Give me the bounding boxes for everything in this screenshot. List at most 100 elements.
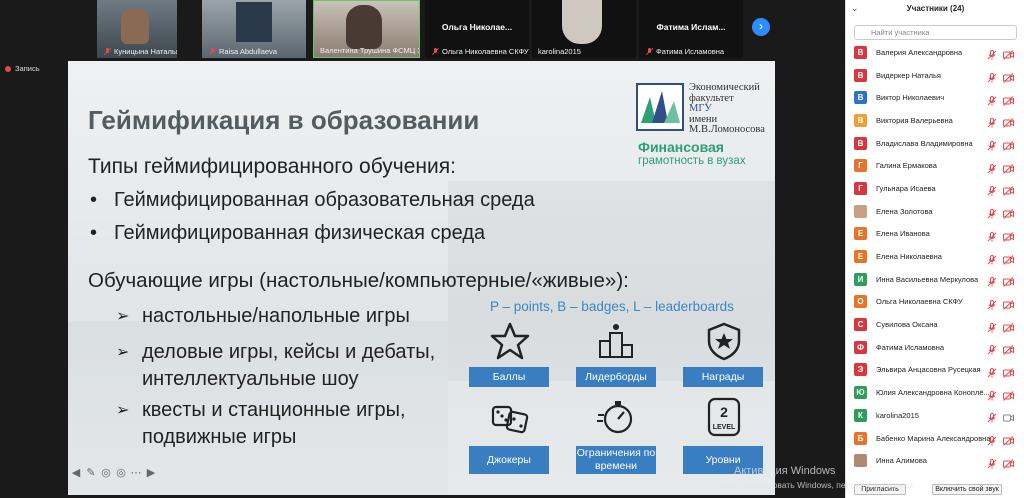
camera-off-icon[interactable] — [1003, 365, 1014, 378]
participant-row[interactable]: В Валерия Александровна — [846, 41, 1024, 64]
time-limits-button: Ограничения по времени — [576, 446, 656, 474]
mic-muted-icon[interactable] — [987, 161, 997, 174]
unmute-self-button[interactable]: Включить свой звук — [932, 484, 1002, 495]
badges-button: Награды — [683, 367, 763, 387]
participant-row[interactable]: В Владислава Владимировна — [846, 132, 1024, 155]
camera-off-icon[interactable] — [1003, 93, 1014, 106]
participant-photo — [121, 8, 149, 44]
mic-muted-icon[interactable] — [987, 433, 997, 446]
participant-row[interactable]: Б Бабенко Марина Александровна — [846, 427, 1024, 450]
participant-photo — [236, 2, 272, 42]
participant-row[interactable]: Г Гульнара Исаева — [846, 177, 1024, 200]
camera-off-icon[interactable] — [1003, 297, 1014, 310]
camera-off-icon[interactable] — [1003, 433, 1014, 446]
participant-row[interactable]: Е Елена Николаевна — [846, 245, 1024, 268]
pen-icon[interactable]: ✎ — [85, 467, 97, 479]
camera-icon[interactable] — [1003, 410, 1014, 422]
mic-muted-icon[interactable] — [987, 115, 997, 128]
avatar: В — [854, 68, 867, 82]
games-heading: Обучающие игры (настольные/компьютерные/… — [88, 269, 629, 292]
participant-name: Владислава Владимировна — [876, 138, 973, 148]
mic-muted-icon[interactable] — [987, 93, 997, 106]
mic-muted-icon[interactable] — [987, 274, 997, 287]
camera-off-icon[interactable] — [1003, 47, 1014, 61]
zoom-icon[interactable]: ◎ — [115, 467, 127, 479]
participant-search-input[interactable] — [854, 25, 1017, 40]
participant-list: В Валерия Александровна В Видеркер Наталья В… — [846, 41, 1024, 472]
participant-name: Сувилова Оксана — [876, 320, 938, 330]
tile-name: Ольга Николаевна СКФУ — [431, 47, 529, 56]
arrow-bullet-icon: ➢ — [116, 344, 130, 361]
mic-muted-icon[interactable] — [987, 388, 997, 401]
next-page-arrow-icon[interactable]: › — [752, 18, 770, 36]
slides-grid-icon[interactable]: ◎ — [100, 467, 112, 479]
participant-photo — [346, 5, 382, 49]
recording-indicator[interactable]: Запись — [5, 64, 40, 73]
video-tile-active-speaker[interactable]: Валентина Трушина ФСМЦ З... — [313, 0, 420, 58]
camera-off-icon[interactable] — [1003, 138, 1014, 151]
mic-muted-icon[interactable] — [987, 297, 997, 310]
avatar: С — [854, 318, 867, 332]
avatar: В — [854, 91, 867, 105]
windows-activation-hint: Чтобы активировать Windows, перейдите в … — [714, 480, 915, 490]
video-tile[interactable]: karolina2015 — [532, 0, 636, 58]
participant-name: Елена Золотова — [876, 206, 933, 216]
mic-muted-icon[interactable] — [987, 252, 997, 265]
next-slide-icon[interactable]: ▶ — [145, 467, 157, 479]
pbl-caption: P – points, B – badges, L – leaderboards — [490, 299, 734, 314]
slide-title: Геймификация в образовании — [88, 105, 480, 135]
camera-off-icon[interactable] — [1003, 274, 1014, 288]
mic-muted-icon[interactable] — [987, 229, 997, 242]
camera-off-icon[interactable] — [1003, 70, 1014, 83]
mic-muted-icon[interactable] — [987, 456, 997, 469]
video-tile[interactable]: Куницына Наталья — [97, 0, 177, 58]
avatar: Ф — [854, 340, 867, 354]
avatar: В — [854, 136, 867, 150]
previous-slide-icon[interactable]: ◀ — [70, 467, 82, 479]
participant-row[interactable]: О Ольга Николаевна СКФУ — [846, 291, 1024, 314]
camera-off-icon[interactable] — [1003, 161, 1014, 174]
participant-row[interactable]: В Виктор Николаевич — [846, 86, 1024, 109]
camera-off-icon[interactable] — [1003, 456, 1014, 469]
mic-muted-icon[interactable] — [987, 47, 997, 60]
camera-off-icon[interactable] — [1003, 229, 1014, 242]
participant-row[interactable]: И Инна Васильевна Меркулова — [846, 268, 1024, 291]
participant-row[interactable]: Э Эльвира Анцасовна Русецкая — [846, 359, 1024, 382]
camera-off-icon[interactable] — [1003, 342, 1014, 356]
mic-muted-icon[interactable] — [987, 365, 997, 378]
camera-off-icon[interactable] — [1003, 183, 1014, 197]
participant-row[interactable]: Ю Юлия Александровна Коноплё... — [846, 381, 1024, 404]
participant-name: karolina2015 — [876, 410, 919, 420]
participant-row[interactable]: В Видеркер Наталья — [846, 64, 1024, 87]
faculty-logo-icon — [636, 83, 684, 131]
video-tile[interactable]: Ольга Николае... Ольга Николаевна СКФУ — [425, 0, 529, 58]
camera-off-icon[interactable] — [1003, 320, 1014, 333]
participant-row[interactable]: Г Галина Ермакова — [846, 154, 1024, 177]
participant-row[interactable]: Елена Золотова — [846, 200, 1024, 223]
shield-star-icon — [707, 322, 741, 361]
star-icon — [490, 322, 530, 360]
participant-row[interactable]: Ф Фатима Исламовна — [846, 336, 1024, 359]
participant-row[interactable]: Инна Алимова — [846, 449, 1024, 472]
more-options-icon[interactable]: ⋯ — [130, 467, 142, 479]
mic-muted-icon[interactable] — [987, 342, 997, 355]
camera-off-icon[interactable] — [1003, 388, 1014, 401]
camera-off-icon[interactable] — [1003, 115, 1014, 129]
camera-off-icon[interactable] — [1003, 206, 1014, 220]
mic-muted-icon[interactable] — [987, 183, 997, 196]
mic-muted-icon[interactable] — [987, 70, 997, 83]
mic-muted-icon[interactable] — [987, 410, 997, 423]
mic-muted-icon[interactable] — [987, 138, 997, 151]
video-tile[interactable]: Фатима Ислам... Фатима Исламовна — [639, 0, 743, 58]
video-tile[interactable]: Raisa Abdullaeva — [202, 0, 306, 58]
mic-muted-icon[interactable] — [987, 206, 997, 219]
mic-muted-icon[interactable] — [987, 320, 997, 333]
participant-row[interactable]: С Сувилова Оксана — [846, 313, 1024, 336]
camera-off-icon[interactable] — [1003, 252, 1014, 265]
participant-name: Гульнара Исаева — [876, 183, 936, 193]
participant-row[interactable]: Кkarolina2015 — [846, 404, 1024, 427]
leaderboards-button: Лидерборды — [576, 367, 656, 387]
mic-muted-icon — [103, 47, 111, 56]
participant-row[interactable]: В Виктория Валерьевна — [846, 109, 1024, 132]
participant-row[interactable]: Е Елена Иванова — [846, 223, 1024, 246]
